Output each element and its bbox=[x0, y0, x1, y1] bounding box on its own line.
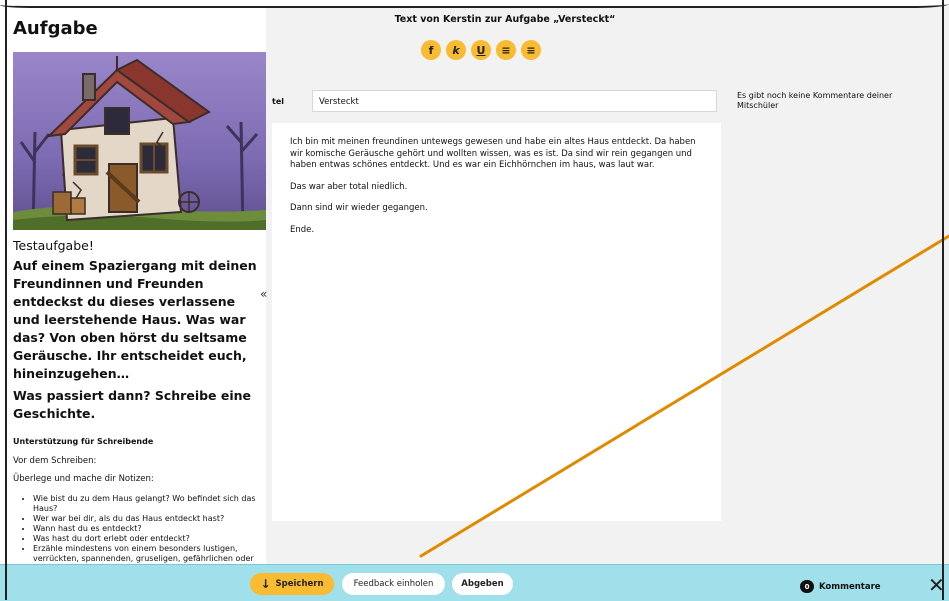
story-text-area[interactable]: Ich bin mit meinen freundinen untewegs g… bbox=[272, 123, 721, 521]
feedback-button[interactable]: Feedback einholen bbox=[342, 573, 445, 595]
list-item: Was hast du dort erlebt oder entdeckt? bbox=[33, 534, 263, 544]
arrow-down-icon: ↓ bbox=[260, 577, 271, 591]
story-paragraph: Dann sind wir wieder gegangen. bbox=[290, 203, 428, 213]
numbered-list-button[interactable]: ≡ bbox=[521, 40, 541, 60]
comments-toggle-button[interactable]: 0 Kommentare bbox=[800, 580, 881, 593]
list-item: Wie bist du zu dem Haus gelangt? Wo befi… bbox=[33, 494, 263, 514]
comments-empty-message: Es gibt noch keine Kommentare deiner Mit… bbox=[737, 91, 893, 110]
bottom-action-bar: ↓ Speichern Feedback einholen Abgeben 0 … bbox=[0, 564, 949, 601]
document-title: Text von Kerstin zur Aufgabe „Versteckt“ bbox=[394, 14, 616, 25]
story-paragraph: Ich bin mit meinen freundinen untewegs g… bbox=[290, 137, 696, 170]
list-item: Erzähle mindestens von einem besonders l… bbox=[33, 544, 263, 564]
speech-bubble-icon: 0 bbox=[800, 580, 814, 593]
support-heading: Unterstützung für Schreibende bbox=[13, 437, 154, 446]
support-instruction: Überlege und mache dir Notizen: bbox=[13, 474, 154, 484]
support-before-label: Vor dem Schreiben: bbox=[13, 456, 97, 466]
story-paragraph: Das war aber total niedlich. bbox=[290, 181, 408, 192]
underline-button[interactable]: U bbox=[471, 40, 491, 60]
frame-edge-top bbox=[0, 0, 949, 8]
list-item: Wann hast du es entdeckt? bbox=[33, 524, 263, 534]
italic-button[interactable]: k bbox=[446, 40, 466, 60]
bold-button[interactable]: f bbox=[421, 40, 441, 60]
title-label: tel bbox=[272, 97, 284, 106]
task-panel: Aufgabe Testaufgabe! Auf einem Spazierga… bbox=[6, 6, 266, 564]
format-toolbar: f k U ≡ ≡ bbox=[421, 40, 541, 60]
support-list: Wie bist du zu dem Haus gelangt? Wo befi… bbox=[13, 494, 263, 564]
submit-button[interactable]: Abgeben bbox=[452, 573, 513, 595]
task-question: Was passiert dann? Schreibe eine Geschic… bbox=[13, 388, 252, 421]
task-name: Testaufgabe! bbox=[13, 238, 94, 253]
task-heading: Aufgabe bbox=[13, 18, 98, 39]
haunted-house-illustration bbox=[13, 52, 266, 230]
task-prompt: Auf einem Spaziergang mit deinen Freundi… bbox=[13, 258, 257, 381]
task-description: Testaufgabe! Auf einem Spaziergang mit d… bbox=[13, 238, 263, 564]
frame-edge-right bbox=[942, 0, 949, 600]
title-input[interactable]: Versteckt bbox=[312, 90, 717, 112]
save-button-label: Speichern bbox=[275, 579, 324, 589]
bullet-list-button[interactable]: ≡ bbox=[496, 40, 516, 60]
comments-toggle-label: Kommentare bbox=[819, 581, 881, 592]
collapse-panel-button[interactable]: « bbox=[260, 287, 267, 301]
save-button[interactable]: ↓ Speichern bbox=[250, 573, 334, 595]
list-item: Wer war bei dir, als du das Haus entdeck… bbox=[33, 514, 263, 524]
story-paragraph: Ende. bbox=[290, 224, 315, 235]
frame-edge-left bbox=[0, 0, 7, 600]
